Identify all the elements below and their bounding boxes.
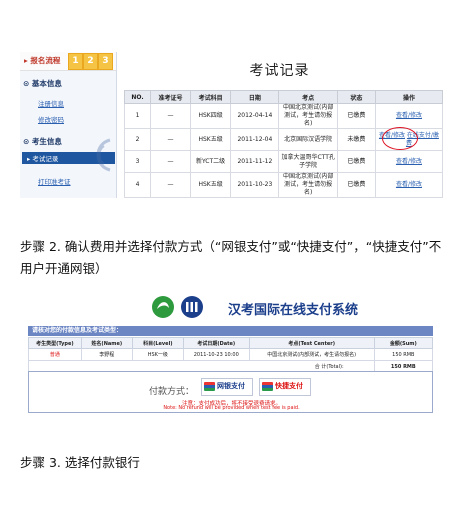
column-header: 姓名(Name) [80,337,133,349]
cell-type: 普通 [28,348,82,361]
column-header: 日期 [230,90,280,104]
cell-subject: HSK四级 [189,103,232,129]
cell-ticket: — [150,150,191,173]
cell-actions: 查看/修改 [374,150,443,173]
view-edit-link[interactable]: 查看/修改 [396,158,422,165]
cell-date: 2012-04-14 [230,103,280,129]
column-header: 操作 [374,90,443,104]
sidebar: ▸ 报名流程 1 2 3 ⊙ 基本信息 注册信息 修改密码 ⊙ 考生信息 ▸ 考… [20,52,117,198]
online-banking-label: 网银支付 [217,382,245,390]
cell-center: 中国北京测试(内部测试，考生请勿报名) [248,348,375,361]
column-header: 考试科目 [189,90,232,104]
step-2-badge: 2 [83,53,98,70]
unionpay-icon [262,382,273,391]
cell-subject: HSK五级 [189,172,232,198]
refund-warning-en: Note: No refund will be provided when te… [163,405,300,411]
cell-subject: 新YCT二级 [189,150,232,173]
column-header: 考点 [278,90,338,104]
cell-no: 3 [123,150,152,173]
cell-ticket: — [150,172,191,198]
column-header: 考试日期(Date) [182,337,250,349]
cell-status: 已缴费 [336,150,376,173]
column-header: 状态 [336,90,376,104]
table-row: 3 — 新YCT二级 2011-11-12 加拿大温哥华CTT孔子学院 已缴费 … [123,150,443,173]
cell-actions: 查看/修改 [374,172,443,198]
hanban-logo-icon [152,296,203,318]
table-header-row: NO. 准考证号 考试科目 日期 考点 状态 操作 [123,90,443,104]
table-row: 4 — HSK五级 2011-10-23 中国北京测试(内部测试，考生请勿报名)… [123,172,443,198]
cell-sum: 150 RMB [373,348,434,361]
cell-site: 中国北京测试(内部测试，考生请勿报名) [278,172,338,198]
cell-status: 未缴费 [336,128,376,151]
cell-status: 已缴费 [336,103,376,129]
quick-pay-label: 快捷支付 [275,382,303,390]
step-3-badge: 3 [98,53,113,70]
page-title: 考试记录 [249,63,310,79]
cell-subject: HSK五级 [189,128,232,151]
payment-info-table: 考生类型(Type) 姓名(Name) 科目(Level) 考试日期(Date)… [28,337,434,373]
payment-method-panel: 付款方式： 网银支付 快捷支付 注意：支付成功后，将不接受退费请求。 Note:… [28,371,433,413]
cell-ticket: — [150,128,191,151]
cell-site: 中国北京测试(内部测试，考生请勿报名) [278,103,338,129]
cell-date: 2011-12-04 [230,128,280,151]
system-title: 汉考国际在线支付系统 [228,303,359,318]
sidebar-link-change-password[interactable]: 修改密码 [38,114,64,124]
cell-no: 2 [123,128,152,151]
confirm-header: 请核对您的付款信息及考试类型： [28,326,433,336]
column-header: 金额(Sum) [373,337,434,349]
step-2-instruction: 步骤 2. 确认费用并选择付款方式（“网银支付”或“快捷支付”，“快捷支付”不用… [20,239,442,276]
step-1-badge: 1 [68,53,83,70]
view-edit-link[interactable]: 查看/修改 [396,181,422,188]
cell-date: 2011-10-23 10:00 [182,348,250,361]
cell-date: 2011-10-23 [230,172,280,198]
progress-label: ▸ 报名流程 [24,56,61,65]
cell-no: 4 [123,172,152,198]
table-row: 1 — HSK四级 2012-04-14 中国北京测试(内部测试，考生请勿报名)… [123,103,443,129]
payment-system-screenshot: 汉考国际在线支付系统 请核对您的付款信息及考试类型： 考生类型(Type) 姓名… [28,291,434,413]
sidebar-link-print-ticket[interactable]: 打印准考证 [38,176,71,186]
column-header: 准考证号 [150,90,191,104]
table-header-row: 考生类型(Type) 姓名(Name) 科目(Level) 考试日期(Date)… [28,337,434,349]
unionpay-icon [204,382,215,391]
exam-records-screenshot: ▸ 报名流程 1 2 3 ⊙ 基本信息 注册信息 修改密码 ⊙ 考生信息 ▸ 考… [20,52,443,198]
sidebar-link-register-info[interactable]: 注册信息 [38,98,64,108]
column-header: 考点(Test Center) [248,337,375,349]
column-header: 考生类型(Type) [28,337,82,349]
cell-date: 2011-11-12 [230,150,280,173]
cell-no: 1 [123,103,152,129]
cell-name: 李野程 [80,348,133,361]
online-banking-button[interactable]: 网银支付 [201,378,253,396]
cell-status: 已缴费 [336,172,376,198]
section-title-basic: ⊙ 基本信息 [23,79,62,88]
cell-actions: 查看/修改 [374,103,443,129]
table-row: 普通 李野程 HSK一级 2011-10-23 10:00 中国北京测试(内部测… [28,348,434,361]
column-header: NO. [123,90,152,104]
view-edit-link[interactable]: 查看/修改 [396,112,422,119]
payment-method-label: 付款方式： [149,387,195,397]
cell-site: 加拿大温哥华CTT孔子学院 [278,150,338,173]
cell-level: HSK一级 [131,348,184,361]
highlight-circle [382,127,418,150]
progress-bar: ▸ 报名流程 1 2 3 [20,52,116,71]
sidebar-item-label: ▸ 考试记录 [27,155,59,163]
decorative-swirl-icon [96,138,111,172]
cell-site: 北京国际汉语学院 [278,128,338,151]
section-title-candidate: ⊙ 考生信息 [23,137,62,146]
column-header: 科目(Level) [131,337,184,349]
cell-ticket: — [150,103,191,129]
quick-pay-button[interactable]: 快捷支付 [259,378,311,396]
step-3-instruction: 步骤 3. 选择付款银行 [20,455,140,470]
